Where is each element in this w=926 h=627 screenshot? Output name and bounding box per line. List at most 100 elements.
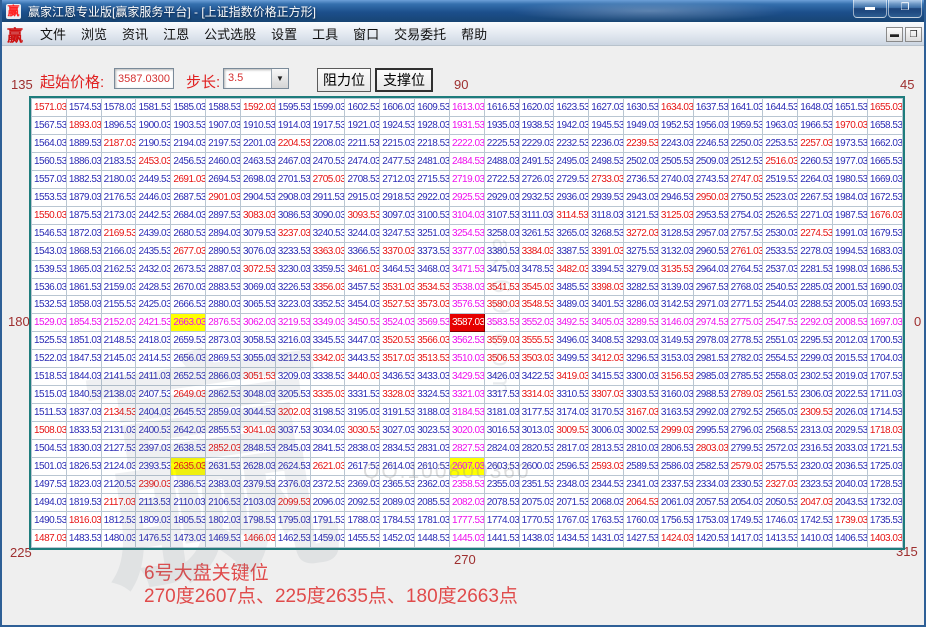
grid-cell: 1711.03 [867, 386, 902, 404]
menu-item-4[interactable]: 江恩 [156, 24, 196, 45]
grid-cell: 1557.03 [32, 170, 67, 188]
grid-cell: 2890.53 [206, 242, 241, 260]
minimize-button[interactable]: ▬ [853, 0, 887, 18]
grid-cell: 1921.03 [345, 116, 380, 134]
grid-cell: 2040.03 [833, 476, 868, 494]
grid-cell: 1931.53 [449, 116, 484, 134]
grid-cell: 3037.53 [275, 422, 310, 440]
grid-cell: 3531.03 [380, 278, 415, 296]
grid-cell: 2670.03 [171, 278, 206, 296]
grid-cell: 2992.03 [693, 404, 728, 422]
grid-cell: 2428.53 [136, 278, 171, 296]
grid-cell: 2421.53 [136, 314, 171, 332]
grid-cell: 3450.53 [345, 314, 380, 332]
grid-cell: 2859.03 [206, 404, 241, 422]
grid-cell: 3205.53 [275, 386, 310, 404]
annotation-line2: 270度2607点、225度2635点、180度2663点 [144, 585, 518, 608]
grid-cell: 3443.53 [345, 350, 380, 368]
grid-cell: 1896.53 [101, 116, 136, 134]
grid-cell: 2173.03 [101, 206, 136, 224]
grid-cell: 2390.03 [136, 476, 171, 494]
grid-cell: 2302.53 [798, 368, 833, 386]
grid-cell: 2386.53 [171, 476, 206, 494]
grid-cell: 1942.03 [554, 116, 589, 134]
grid-cell: 3387.53 [554, 242, 589, 260]
grid-cell: 1431.03 [589, 529, 624, 547]
grid-cell: 2722.53 [484, 170, 519, 188]
menu-item-5[interactable]: 公式选股 [197, 24, 263, 45]
start-price-input[interactable] [114, 68, 174, 89]
grid-cell: 3475.03 [484, 260, 519, 278]
grid-cell: 1536.03 [32, 278, 67, 296]
grid-cell: 1770.53 [519, 511, 554, 529]
gann-square-grid: 1571.031574.531578.031581.531585.031588.… [29, 96, 905, 550]
menu-item-10[interactable]: 帮助 [454, 24, 494, 45]
grid-cell: 3104.03 [449, 206, 484, 224]
grid-cell: 3429.53 [449, 368, 484, 386]
grid-cell: 3149.53 [658, 332, 693, 350]
grid-cell: 2834.53 [380, 440, 415, 458]
grid-cell: 1763.53 [589, 511, 624, 529]
grid-cell: 2904.53 [240, 188, 275, 206]
grid-cell: 2330.53 [728, 476, 763, 494]
grid-cell: 2407.53 [136, 386, 171, 404]
mdi-minimize-button[interactable]: ▬ [886, 27, 903, 42]
grid-cell: 1623.53 [554, 99, 589, 117]
support-button[interactable]: 支撑位 [375, 68, 433, 92]
grid-cell: 1483.53 [66, 529, 101, 547]
grid-cell: 2145.03 [101, 350, 136, 368]
grid-cell: 3401.53 [589, 296, 624, 314]
grid-cell: 2918.53 [380, 188, 415, 206]
grid-cell: 3331.53 [345, 386, 380, 404]
grid-cell: 1560.53 [32, 152, 67, 170]
grid-cell: 2348.03 [554, 476, 589, 494]
grid-cell: 3174.03 [554, 404, 589, 422]
grid-cell: 2995.53 [693, 422, 728, 440]
grid-cell: 1613.03 [449, 99, 484, 117]
grid-cell: 3524.03 [380, 314, 415, 332]
grid-cell: 1977.03 [833, 152, 868, 170]
grid-cell: 1704.03 [867, 350, 902, 368]
grid-cell: 3583.53 [484, 314, 519, 332]
grid-cell: 1550.03 [32, 206, 67, 224]
grid-cell: 3132.03 [658, 242, 693, 260]
grid-cell: 1655.03 [867, 99, 902, 117]
grid-cell: 3468.03 [415, 260, 450, 278]
grid-cell: 1515.03 [32, 386, 67, 404]
grid-cell: 2012.03 [833, 332, 868, 350]
grid-cell: 1928.03 [415, 116, 450, 134]
grid-cell: 1868.53 [66, 242, 101, 260]
maximize-button[interactable]: ❐ [888, 0, 922, 18]
grid-cell: 1886.03 [66, 152, 101, 170]
resistance-button[interactable]: 阻力位 [317, 68, 371, 92]
grid-cell: 3436.53 [380, 368, 415, 386]
grid-cell: 2743.53 [693, 170, 728, 188]
grid-cell: 2365.53 [380, 476, 415, 494]
chevron-down-icon[interactable]: ▼ [271, 69, 288, 88]
grid-cell: 2988.53 [693, 386, 728, 404]
grid-cell: 2999.03 [658, 422, 693, 440]
key-levels-annotation: 6号大盘关键位 270度2607点、225度2635点、180度2663点 [144, 562, 518, 608]
menu-item-3[interactable]: 资讯 [115, 24, 155, 45]
grid-cell: 1424.03 [658, 529, 693, 547]
grid-cell: 2698.03 [240, 170, 275, 188]
grid-cell: 1476.53 [136, 529, 171, 547]
menu-item-1[interactable]: 文件 [33, 24, 73, 45]
menu-item-9[interactable]: 交易委托 [387, 24, 453, 45]
grid-cell: 1987.53 [833, 206, 868, 224]
menu-item-2[interactable]: 浏览 [74, 24, 114, 45]
menu-item-8[interactable]: 窗口 [346, 24, 386, 45]
grid-cell: 1658.53 [867, 116, 902, 134]
grid-cell: 2540.53 [763, 278, 798, 296]
grid-cell: 3030.53 [345, 422, 380, 440]
step-combobox[interactable]: 3.5 ▼ [223, 68, 289, 89]
grid-cell: 3415.53 [589, 368, 624, 386]
grid-cell: 1567.53 [32, 116, 67, 134]
menu-item-7[interactable]: 工具 [305, 24, 345, 45]
grid-cell: 3121.53 [624, 206, 659, 224]
title-bar: 赢 赢家江恩专业版[赢家服务平台] - [上证指数价格正方形] ▬ ❐ [0, 0, 926, 22]
grid-cell: 2586.03 [658, 458, 693, 476]
menu-item-6[interactable]: 设置 [264, 24, 304, 45]
grid-cell: 2740.03 [658, 170, 693, 188]
mdi-restore-button[interactable]: ❐ [905, 27, 922, 42]
